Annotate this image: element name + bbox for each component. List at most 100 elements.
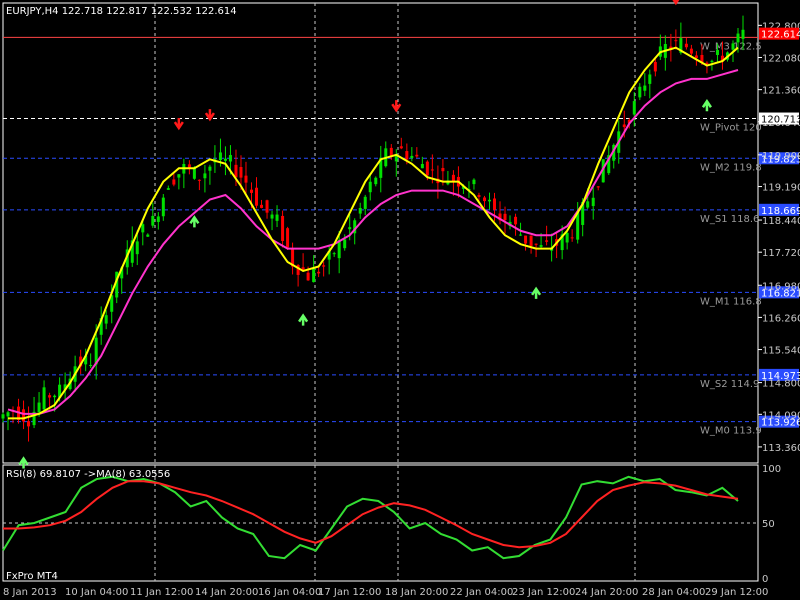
rsi-header: RSI(8) 69.8107 ->MA(8) 63.0556 [6, 469, 170, 480]
candle-body [151, 215, 155, 226]
candle-body [348, 227, 352, 230]
candle-body [389, 147, 393, 157]
sell-arrow-icon [204, 109, 215, 122]
candle-body [37, 402, 41, 413]
candle-body [275, 214, 279, 221]
candle-body [22, 409, 26, 422]
price-tick-label: 122.080 [762, 53, 800, 64]
time-axis-label: 8 Jan 2013 [3, 587, 57, 598]
candle-body [234, 164, 238, 178]
candle-body [332, 253, 336, 255]
candle-body [48, 395, 52, 398]
candle-body [519, 234, 523, 236]
candle-body [250, 189, 254, 193]
candle-body [260, 204, 264, 208]
buy-arrow-icon [701, 98, 712, 112]
candle-body [514, 216, 518, 225]
candle-body [306, 272, 310, 281]
sell-arrow-icon [173, 118, 184, 131]
candle-body [430, 169, 434, 171]
pivot-level-label: W_M3 122.5 [700, 41, 762, 52]
candle-body [503, 213, 507, 221]
price-axis: 122.800122.080121.360120.640119.900119.1… [758, 21, 800, 585]
candle-body [622, 124, 626, 128]
candle-body [312, 268, 316, 283]
pivot-level-label: W_S1 118.6 [700, 214, 759, 225]
candle-body [265, 200, 269, 213]
candle-body [255, 187, 259, 206]
time-axis-label: 28 Jan 04:00 [642, 587, 705, 598]
pivot-price-marker-label: 120.713 [761, 115, 800, 126]
candle-body [694, 55, 698, 59]
price-tick-label: 114.800 [762, 379, 800, 390]
candle-body [239, 167, 243, 178]
price-tick-label: 116.980 [762, 281, 800, 292]
rsi-tick-label: 50 [762, 519, 775, 530]
candle-body [420, 164, 424, 169]
candle-body [643, 85, 647, 91]
pivot-lines: W_Pivot 120W_M3 122.5W_M2 119.8119.823W_… [3, 36, 800, 437]
candle-body [487, 199, 491, 202]
candle-body [731, 43, 735, 50]
candle-body [343, 239, 347, 249]
candle-body [244, 175, 248, 183]
pivot-level-label: W_S2 114.9 [700, 379, 759, 390]
candle-body [42, 387, 46, 410]
candle-body [741, 29, 745, 39]
candle-body [218, 152, 222, 161]
rsi-lines [2, 475, 739, 560]
time-axis-label: 29 Jan 12:00 [705, 587, 768, 598]
price-tick-label: 119.900 [762, 151, 800, 162]
candle-body [472, 179, 476, 185]
price-tick-label: 118.440 [762, 216, 800, 227]
candle-body [441, 167, 445, 172]
symbol-header: EURJPY,H4 122.718 122.817 122.532 122.61… [6, 6, 237, 17]
rsi-line [2, 475, 739, 560]
candle-body [482, 197, 486, 202]
candle-body [451, 174, 455, 181]
pivot-level-label: W_M1 116.8 [700, 296, 762, 307]
pivot-level-label: W_M2 119.8 [700, 162, 762, 173]
candle-body [565, 232, 569, 243]
broker-label: FxPro MT4 [6, 571, 58, 582]
candle-body [529, 235, 533, 246]
rsi-ma-line [3, 480, 739, 549]
candle-body [281, 215, 285, 241]
candle-body [405, 151, 409, 160]
candle-body [208, 166, 212, 171]
candle-body [135, 241, 139, 255]
candle-body [674, 40, 678, 42]
candle-body [203, 173, 207, 179]
price-tick-label: 121.360 [762, 86, 800, 97]
price-tick-label: 116.260 [762, 313, 800, 324]
current-price-label: 122.614 [761, 30, 800, 41]
buy-arrow-icon [531, 286, 542, 299]
candle-body [286, 228, 290, 248]
candle-body [223, 158, 227, 161]
candle-body [524, 235, 528, 244]
candle-body [374, 177, 378, 185]
candle-body [197, 179, 201, 181]
time-axis-label: 23 Jan 12:00 [512, 587, 575, 598]
pivot-level-label: W_M0 113.9 [700, 426, 762, 437]
candle-body [146, 234, 150, 237]
time-axis-label: 17 Jan 12:00 [318, 587, 381, 598]
candle-body [425, 161, 429, 176]
candle-body [6, 412, 10, 417]
candle-body [710, 60, 714, 62]
pivot-level-label: W_Pivot 120 [700, 123, 762, 134]
main-price-pane[interactable] [2, 2, 759, 464]
candle-body [715, 49, 719, 55]
time-axis-label: 14 Jan 20:00 [195, 587, 258, 598]
candle-body [591, 197, 595, 207]
mt4-chart-window[interactable]: W_Pivot 120W_M3 122.5W_M2 119.8119.823W_… [0, 0, 800, 600]
candle-body [399, 146, 403, 149]
candle-body [653, 61, 657, 72]
candle-body [317, 271, 321, 274]
moving-averages [7, 46, 739, 420]
price-tick-label: 117.720 [762, 248, 800, 259]
candle-body [141, 224, 145, 233]
buy-arrow-icon [189, 215, 200, 228]
candle-body [545, 240, 549, 242]
price-tick-label: 114.090 [762, 410, 800, 421]
